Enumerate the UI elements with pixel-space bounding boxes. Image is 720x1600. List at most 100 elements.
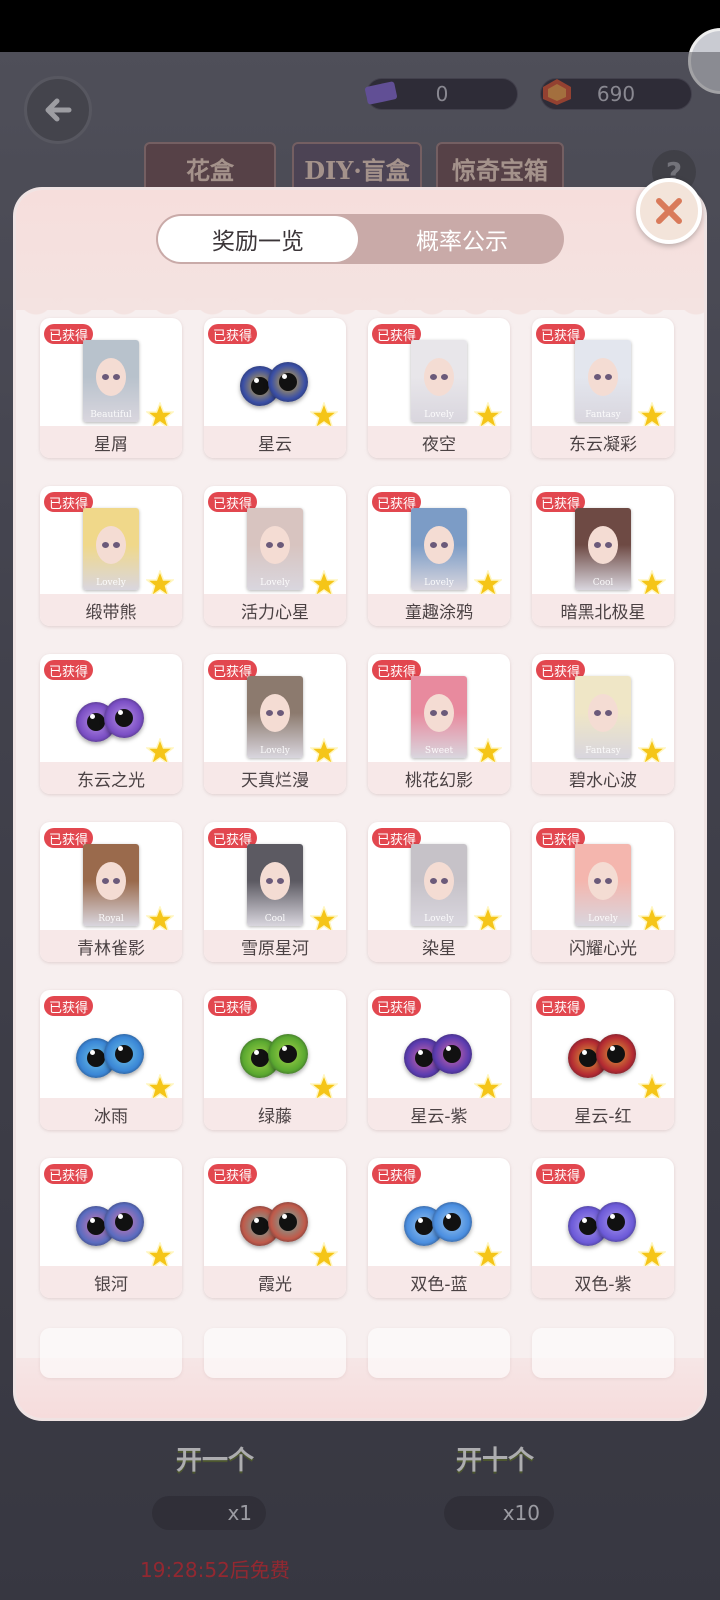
- reward-name: 雪原星河: [204, 930, 346, 962]
- lens-highlight: [282, 374, 287, 379]
- portrait-face: [588, 694, 618, 732]
- contact-lens-icon: [404, 1202, 474, 1246]
- reward-card[interactable]: 已获得 Lovely 童趣涂鸦: [368, 486, 510, 626]
- reward-name: 星云: [204, 426, 346, 458]
- obtained-badge: 已获得: [44, 996, 94, 1016]
- reward-card[interactable]: 已获得 Beautiful 星屑: [40, 318, 182, 458]
- reward-name: 童趣涂鸦: [368, 594, 510, 626]
- portrait-style-tag: Cool: [592, 578, 614, 588]
- portrait-face: [424, 862, 454, 900]
- obtained-badge: 已获得: [536, 1164, 586, 1184]
- lens-highlight: [446, 1214, 451, 1219]
- reward-name: 天真烂漫: [204, 762, 346, 794]
- reward-name: 冰雨: [40, 1098, 182, 1130]
- reward-card[interactable]: 已获得 双色-紫: [532, 1158, 674, 1298]
- lens-highlight: [582, 1050, 587, 1055]
- reward-card[interactable]: 已获得 星云: [204, 318, 346, 458]
- reward-name: 霞光: [204, 1266, 346, 1298]
- reward-card[interactable]: 已获得 Lovely 夜空: [368, 318, 510, 458]
- portrait-style-tag: Royal: [98, 914, 124, 924]
- reward-name: 绿藤: [204, 1098, 346, 1130]
- portrait-eye: [594, 878, 601, 884]
- lens-highlight: [446, 1046, 451, 1051]
- makeup-portrait-thumbnail: Lovely: [247, 508, 303, 590]
- lens-highlight: [118, 710, 123, 715]
- reward-card[interactable]: 已获得 星云-红: [532, 990, 674, 1130]
- lens-eye: [596, 1202, 636, 1242]
- portrait-face: [96, 358, 126, 396]
- obtained-badge: 已获得: [44, 1164, 94, 1184]
- makeup-portrait-thumbnail: Lovely: [575, 844, 631, 926]
- makeup-portrait-thumbnail: Lovely: [411, 340, 467, 422]
- portrait-eye: [605, 374, 612, 380]
- reward-name: 东云之光: [40, 762, 182, 794]
- reward-name: 星屑: [40, 426, 182, 458]
- lens-eye: [104, 1034, 144, 1074]
- portrait-face: [424, 694, 454, 732]
- reward-card[interactable]: 已获得 Cool 雪原星河: [204, 822, 346, 962]
- obtained-badge: 已获得: [372, 1164, 422, 1184]
- lens-highlight: [254, 1050, 259, 1055]
- portrait-eye: [605, 710, 612, 716]
- reward-card[interactable]: 已获得冰雨: [40, 990, 182, 1130]
- close-button[interactable]: [636, 178, 702, 244]
- reward-card[interactable]: 已获得 Lovely 缎带熊: [40, 486, 182, 626]
- portrait-eye: [277, 542, 284, 548]
- reward-card[interactable]: 已获得 双色-蓝: [368, 1158, 510, 1298]
- reward-card-partial: [40, 1328, 182, 1378]
- portrait-style-tag: Lovely: [260, 746, 290, 756]
- contact-lens-icon: [76, 1202, 146, 1246]
- lens-eye: [432, 1034, 472, 1074]
- reward-card[interactable]: 已获得 Royal 青林雀影: [40, 822, 182, 962]
- reward-list-panel: 奖励一览 概率公示 已获得 Beautiful 星屑 已获得 星云 已获得 Lovely 夜空…: [16, 190, 704, 1418]
- obtained-badge: 已获得: [44, 660, 94, 680]
- portrait-eye: [277, 710, 284, 716]
- portrait-eye: [441, 374, 448, 380]
- contact-lens-icon: [240, 362, 310, 406]
- reward-card[interactable]: 已获得 绿藤: [204, 990, 346, 1130]
- portrait-style-tag: Lovely: [424, 410, 454, 420]
- reward-card[interactable]: 已获得 Fantasy 东云凝彩: [532, 318, 674, 458]
- reward-card[interactable]: 已获得 Lovely 天真烂漫: [204, 654, 346, 794]
- portrait-eye: [266, 878, 273, 884]
- reward-name: 星云-红: [532, 1098, 674, 1130]
- lens-eye: [268, 1202, 308, 1242]
- portrait-eye: [102, 878, 109, 884]
- portrait-style-tag: Lovely: [424, 914, 454, 924]
- reward-card[interactable]: 已获得 霞光: [204, 1158, 346, 1298]
- tab-reward-list[interactable]: 奖励一览: [158, 216, 358, 262]
- portrait-eye: [594, 710, 601, 716]
- reward-card[interactable]: 已获得 星云-紫: [368, 990, 510, 1130]
- reward-name: 闪耀心光: [532, 930, 674, 962]
- lens-eye: [596, 1034, 636, 1074]
- portrait-eye: [113, 374, 120, 380]
- reward-card-partial: [368, 1328, 510, 1378]
- reward-name: 夜空: [368, 426, 510, 458]
- reward-card[interactable]: 已获得 Lovely 染星: [368, 822, 510, 962]
- contact-lens-icon: [568, 1034, 638, 1078]
- lens-highlight: [90, 714, 95, 719]
- portrait-eye: [441, 542, 448, 548]
- reward-card-partial: [532, 1328, 674, 1378]
- reward-card[interactable]: 已获得 Lovely 闪耀心光: [532, 822, 674, 962]
- lens-eye: [104, 698, 144, 738]
- reward-card[interactable]: 已获得 Fantasy 碧水心波: [532, 654, 674, 794]
- portrait-face: [424, 358, 454, 396]
- lens-highlight: [582, 1218, 587, 1223]
- portrait-eye: [266, 542, 273, 548]
- reward-card[interactable]: 已获得 Cool 暗黑北极星: [532, 486, 674, 626]
- tab-label: 概率公示: [416, 229, 508, 255]
- portrait-eye: [113, 542, 120, 548]
- contact-lens-icon: [240, 1202, 310, 1246]
- portrait-eye: [430, 878, 437, 884]
- portrait-face: [260, 526, 290, 564]
- reward-name: 缎带熊: [40, 594, 182, 626]
- reward-card[interactable]: 已获得 银河: [40, 1158, 182, 1298]
- makeup-portrait-thumbnail: Cool: [247, 844, 303, 926]
- portrait-face: [96, 526, 126, 564]
- reward-name: 染星: [368, 930, 510, 962]
- reward-card[interactable]: 已获得 Lovely 活力心星: [204, 486, 346, 626]
- reward-card[interactable]: 已获得东云之光: [40, 654, 182, 794]
- reward-card[interactable]: 已获得 Sweet 桃花幻影: [368, 654, 510, 794]
- tab-probability[interactable]: 概率公示: [362, 216, 562, 262]
